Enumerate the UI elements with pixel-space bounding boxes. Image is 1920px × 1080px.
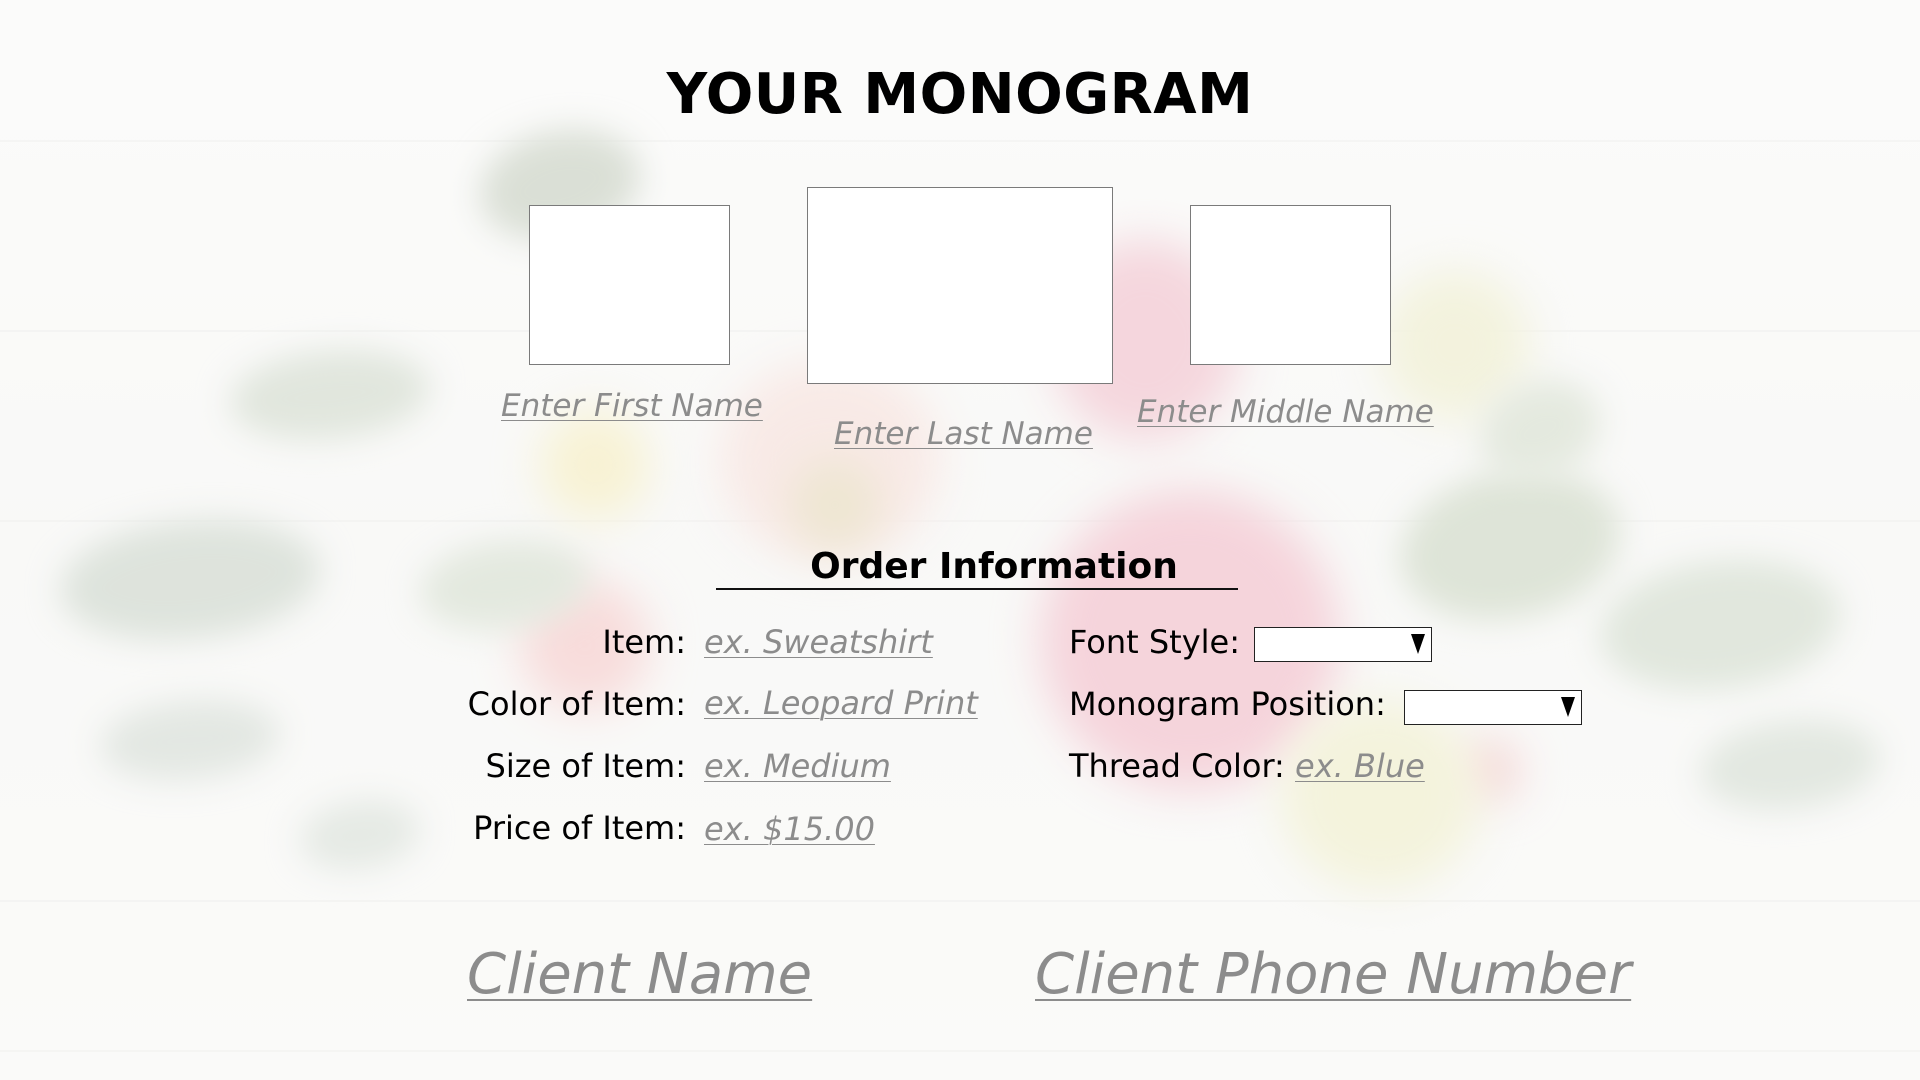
item-label: Item:	[602, 623, 686, 661]
monogram-position-dropdown[interactable]	[1404, 690, 1582, 725]
dropdown-arrow-icon	[1411, 634, 1425, 654]
first-initial-box[interactable]	[529, 205, 730, 365]
thread-color-label: Thread Color:	[1069, 747, 1285, 785]
font-style-label: Font Style:	[1069, 623, 1240, 661]
color-of-item-label: Color of Item:	[467, 685, 686, 723]
middle-initial-box[interactable]	[1190, 205, 1391, 365]
price-of-item-field[interactable]: ex. $15.00	[704, 810, 875, 848]
client-phone-field[interactable]: Client Phone Number	[1035, 942, 1631, 1007]
size-of-item-label: Size of Item:	[485, 747, 687, 785]
price-of-item-label: Price of Item:	[473, 809, 686, 847]
last-initial-box[interactable]	[807, 187, 1113, 384]
thread-color-field[interactable]: ex. Blue	[1295, 747, 1425, 785]
monogram-position-label: Monogram Position:	[1069, 685, 1386, 723]
page-title: YOUR MONOGRAM	[666, 62, 1254, 127]
size-of-item-field[interactable]: ex. Medium	[704, 747, 891, 785]
client-name-field[interactable]: Client Name	[467, 942, 812, 1007]
floral-background	[0, 0, 1920, 1080]
font-style-dropdown[interactable]	[1254, 627, 1432, 662]
color-of-item-field[interactable]: ex. Leopard Print	[704, 684, 978, 722]
section-divider	[716, 588, 1238, 590]
order-information-heading: Order Information	[810, 546, 1178, 587]
first-name-field[interactable]: Enter First Name	[501, 388, 763, 424]
middle-name-field[interactable]: Enter Middle Name	[1137, 394, 1434, 430]
item-field[interactable]: ex. Sweatshirt	[704, 623, 933, 661]
dropdown-arrow-icon	[1561, 697, 1575, 717]
last-name-field[interactable]: Enter Last Name	[834, 416, 1093, 452]
